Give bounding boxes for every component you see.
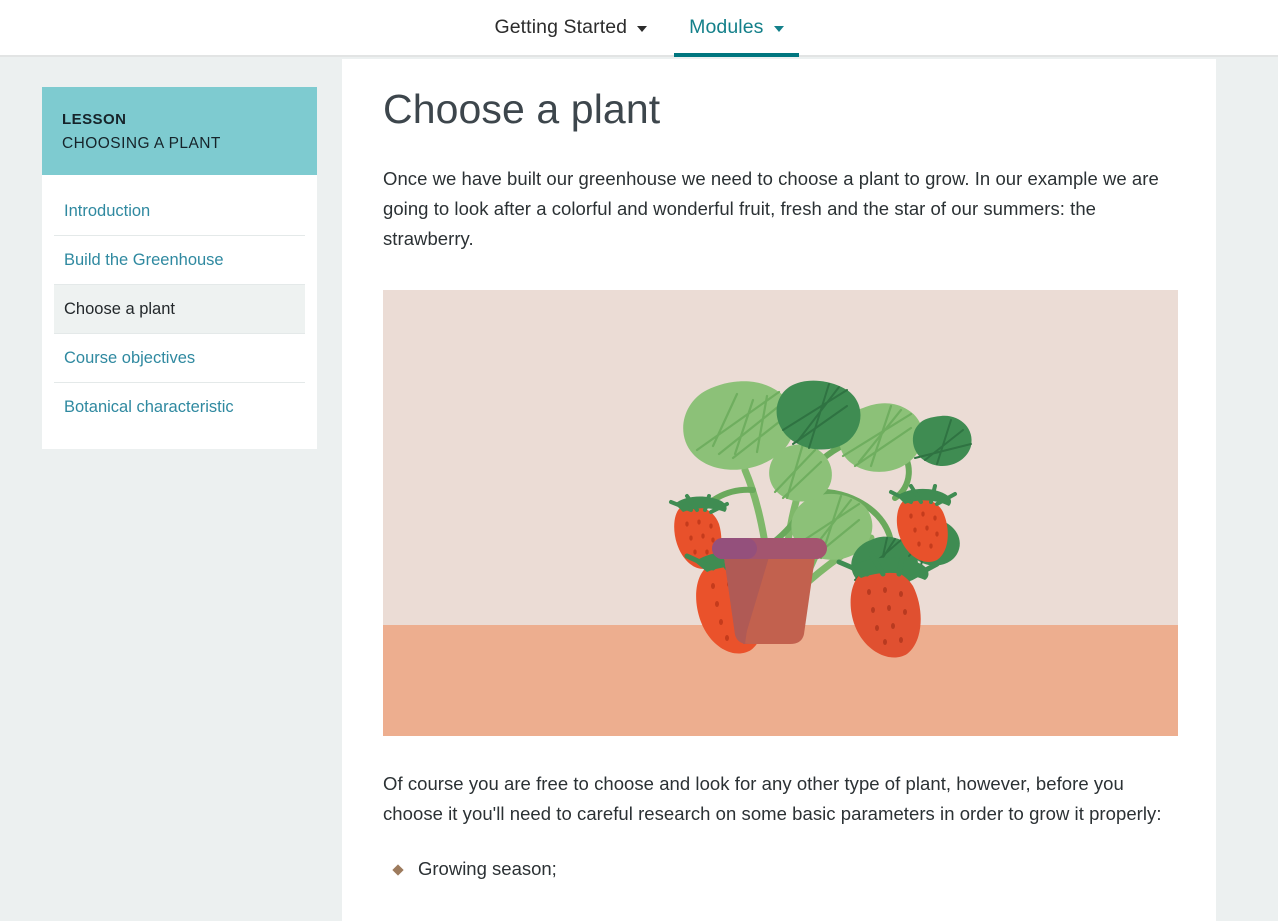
sidebar-lesson-kicker: LESSON bbox=[62, 109, 297, 131]
main-content-inner: Choose a plant Once we have built our gr… bbox=[342, 59, 1216, 884]
sidebar-lesson-title: CHOOSING A PLANT bbox=[62, 132, 297, 155]
sidebar-item-botanical-characteristic[interactable]: Botanical characteristic bbox=[54, 383, 305, 431]
sidebar-item-build-the-greenhouse[interactable]: Build the Greenhouse bbox=[54, 236, 305, 285]
sidebar-item-choose-a-plant[interactable]: Choose a plant bbox=[54, 285, 305, 334]
nav-item-getting-started[interactable]: Getting Started bbox=[492, 0, 649, 55]
diamond-bullet-icon bbox=[392, 864, 403, 875]
sidebar-item-course-objectives[interactable]: Course objectives bbox=[54, 334, 305, 383]
chevron-down-icon bbox=[637, 26, 647, 32]
top-navigation-bar: Getting Started Modules bbox=[0, 0, 1278, 57]
sidebar-navigation-list: Introduction Build the Greenhouse Choose… bbox=[42, 175, 317, 449]
nav-item-modules[interactable]: Modules bbox=[687, 0, 785, 55]
page-title: Choose a plant bbox=[383, 81, 1216, 137]
nav-items-container: Getting Started Modules bbox=[0, 0, 1278, 57]
list-item: Growing season; bbox=[383, 854, 1179, 884]
nav-item-modules-label: Modules bbox=[689, 16, 763, 39]
closing-paragraph: Of course you are free to choose and loo… bbox=[383, 769, 1179, 829]
intro-paragraph: Once we have built our greenhouse we nee… bbox=[383, 164, 1179, 255]
sidebar-item-introduction[interactable]: Introduction bbox=[54, 187, 305, 236]
nav-item-getting-started-label: Getting Started bbox=[494, 16, 627, 39]
main-content-area: Choose a plant Once we have built our gr… bbox=[342, 59, 1216, 921]
strawberry-plant-illustration bbox=[383, 290, 1178, 736]
page-body: LESSON CHOOSING A PLANT Introduction Bui… bbox=[0, 59, 1278, 921]
parameters-list: Growing season; bbox=[383, 854, 1179, 884]
chevron-down-icon bbox=[774, 26, 784, 32]
sidebar-header: LESSON CHOOSING A PLANT bbox=[42, 87, 317, 175]
lesson-sidebar: LESSON CHOOSING A PLANT Introduction Bui… bbox=[42, 87, 317, 449]
strawberry-plant-svg bbox=[383, 290, 1178, 736]
list-item-label: Growing season; bbox=[418, 858, 557, 879]
